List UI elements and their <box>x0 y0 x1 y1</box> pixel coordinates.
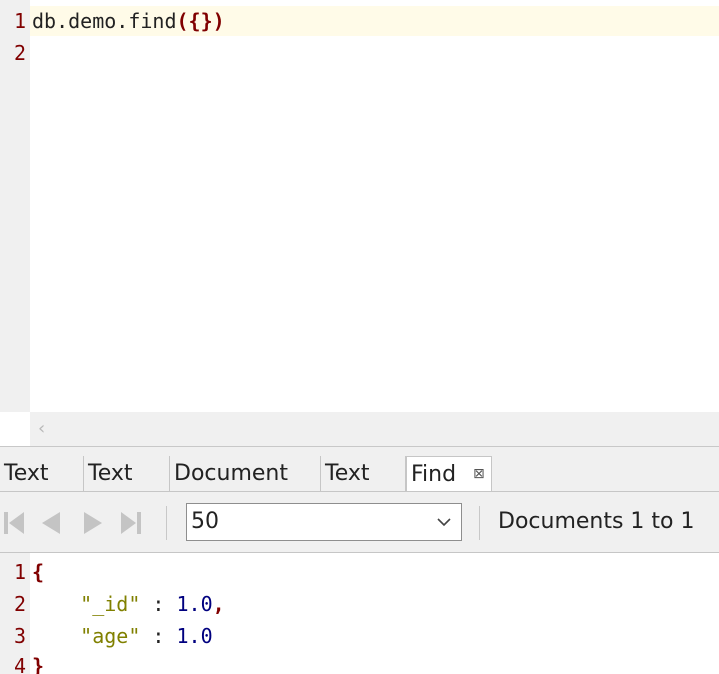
editor-horizontal-scrollbar[interactable]: ‹ <box>30 412 719 446</box>
tab-text-2[interactable]: Text <box>84 456 170 492</box>
query-editor[interactable]: 1 2 db.demo.find({}) ‹ <box>0 0 719 446</box>
result-field: "_id" : 1.0, <box>32 588 225 620</box>
field-key: "_id" <box>80 592 141 616</box>
editor-code-text: db.demo.find <box>32 9 177 33</box>
open-paren-brace: ({ <box>176 9 201 33</box>
close-brace-paren: }) <box>200 9 225 33</box>
skip-first-icon[interactable] <box>2 509 28 537</box>
toolbar-separator <box>479 506 480 540</box>
editor-line-number: 1 <box>13 9 26 33</box>
tab-document[interactable]: Document <box>170 456 321 492</box>
close-brace: } <box>32 654 45 674</box>
page-size-select[interactable]: 50 <box>186 503 462 541</box>
tab-label: Document <box>174 461 288 486</box>
result-line-number: 4 <box>13 654 26 674</box>
result-line-number: 1 <box>13 560 26 584</box>
tab-find[interactable]: Find ⊠ <box>406 456 492 492</box>
previous-icon[interactable] <box>38 509 64 537</box>
tab-text-3[interactable]: Text <box>321 456 406 492</box>
result-line: 4 } <box>0 650 719 674</box>
field-separator: : <box>140 624 177 648</box>
tab-label: Text <box>4 461 49 486</box>
next-icon[interactable] <box>80 509 106 537</box>
result-line: 3 "age" : 1.0 <box>0 620 719 652</box>
field-comma: , <box>212 592 225 616</box>
tab-label: Text <box>325 461 370 486</box>
tab-text-1[interactable]: Text <box>0 456 84 492</box>
editor-line-gutter: 1 2 <box>0 0 30 412</box>
result-line-number: 2 <box>13 592 26 616</box>
result-field: "age" : 1.0 <box>32 620 213 652</box>
skip-last-icon[interactable] <box>117 509 143 537</box>
chevron-down-icon[interactable] <box>435 513 453 531</box>
open-brace: { <box>32 560 45 584</box>
tab-label: Text <box>88 461 133 486</box>
result-tab-strip: Text Text Document Text Find ⊠ <box>0 446 719 492</box>
results-document-view[interactable]: 1 { 2 "_id" : 1.0, 3 "age" : 1.0 4 } <box>0 553 719 674</box>
result-line-number: 3 <box>13 624 26 648</box>
field-value: 1.0 <box>176 592 213 616</box>
field-key: "age" <box>80 624 141 648</box>
field-separator: : <box>140 592 177 616</box>
results-toolbar: 50 Documents 1 to 1 <box>0 491 719 553</box>
result-line: 2 "_id" : 1.0, <box>0 588 719 620</box>
editor-code-line[interactable]: db.demo.find({}) <box>32 5 225 37</box>
toolbar-separator <box>166 506 167 540</box>
field-value: 1.0 <box>176 624 213 648</box>
tab-label: Find <box>411 462 457 487</box>
page-size-value: 50 <box>191 509 219 534</box>
editor-line-number: 2 <box>13 41 26 65</box>
chevron-left-icon[interactable]: ‹ <box>38 418 45 439</box>
result-line: 1 { <box>0 556 719 588</box>
close-icon[interactable]: ⊠ <box>473 457 485 491</box>
documents-range-label: Documents 1 to 1 <box>498 509 695 534</box>
